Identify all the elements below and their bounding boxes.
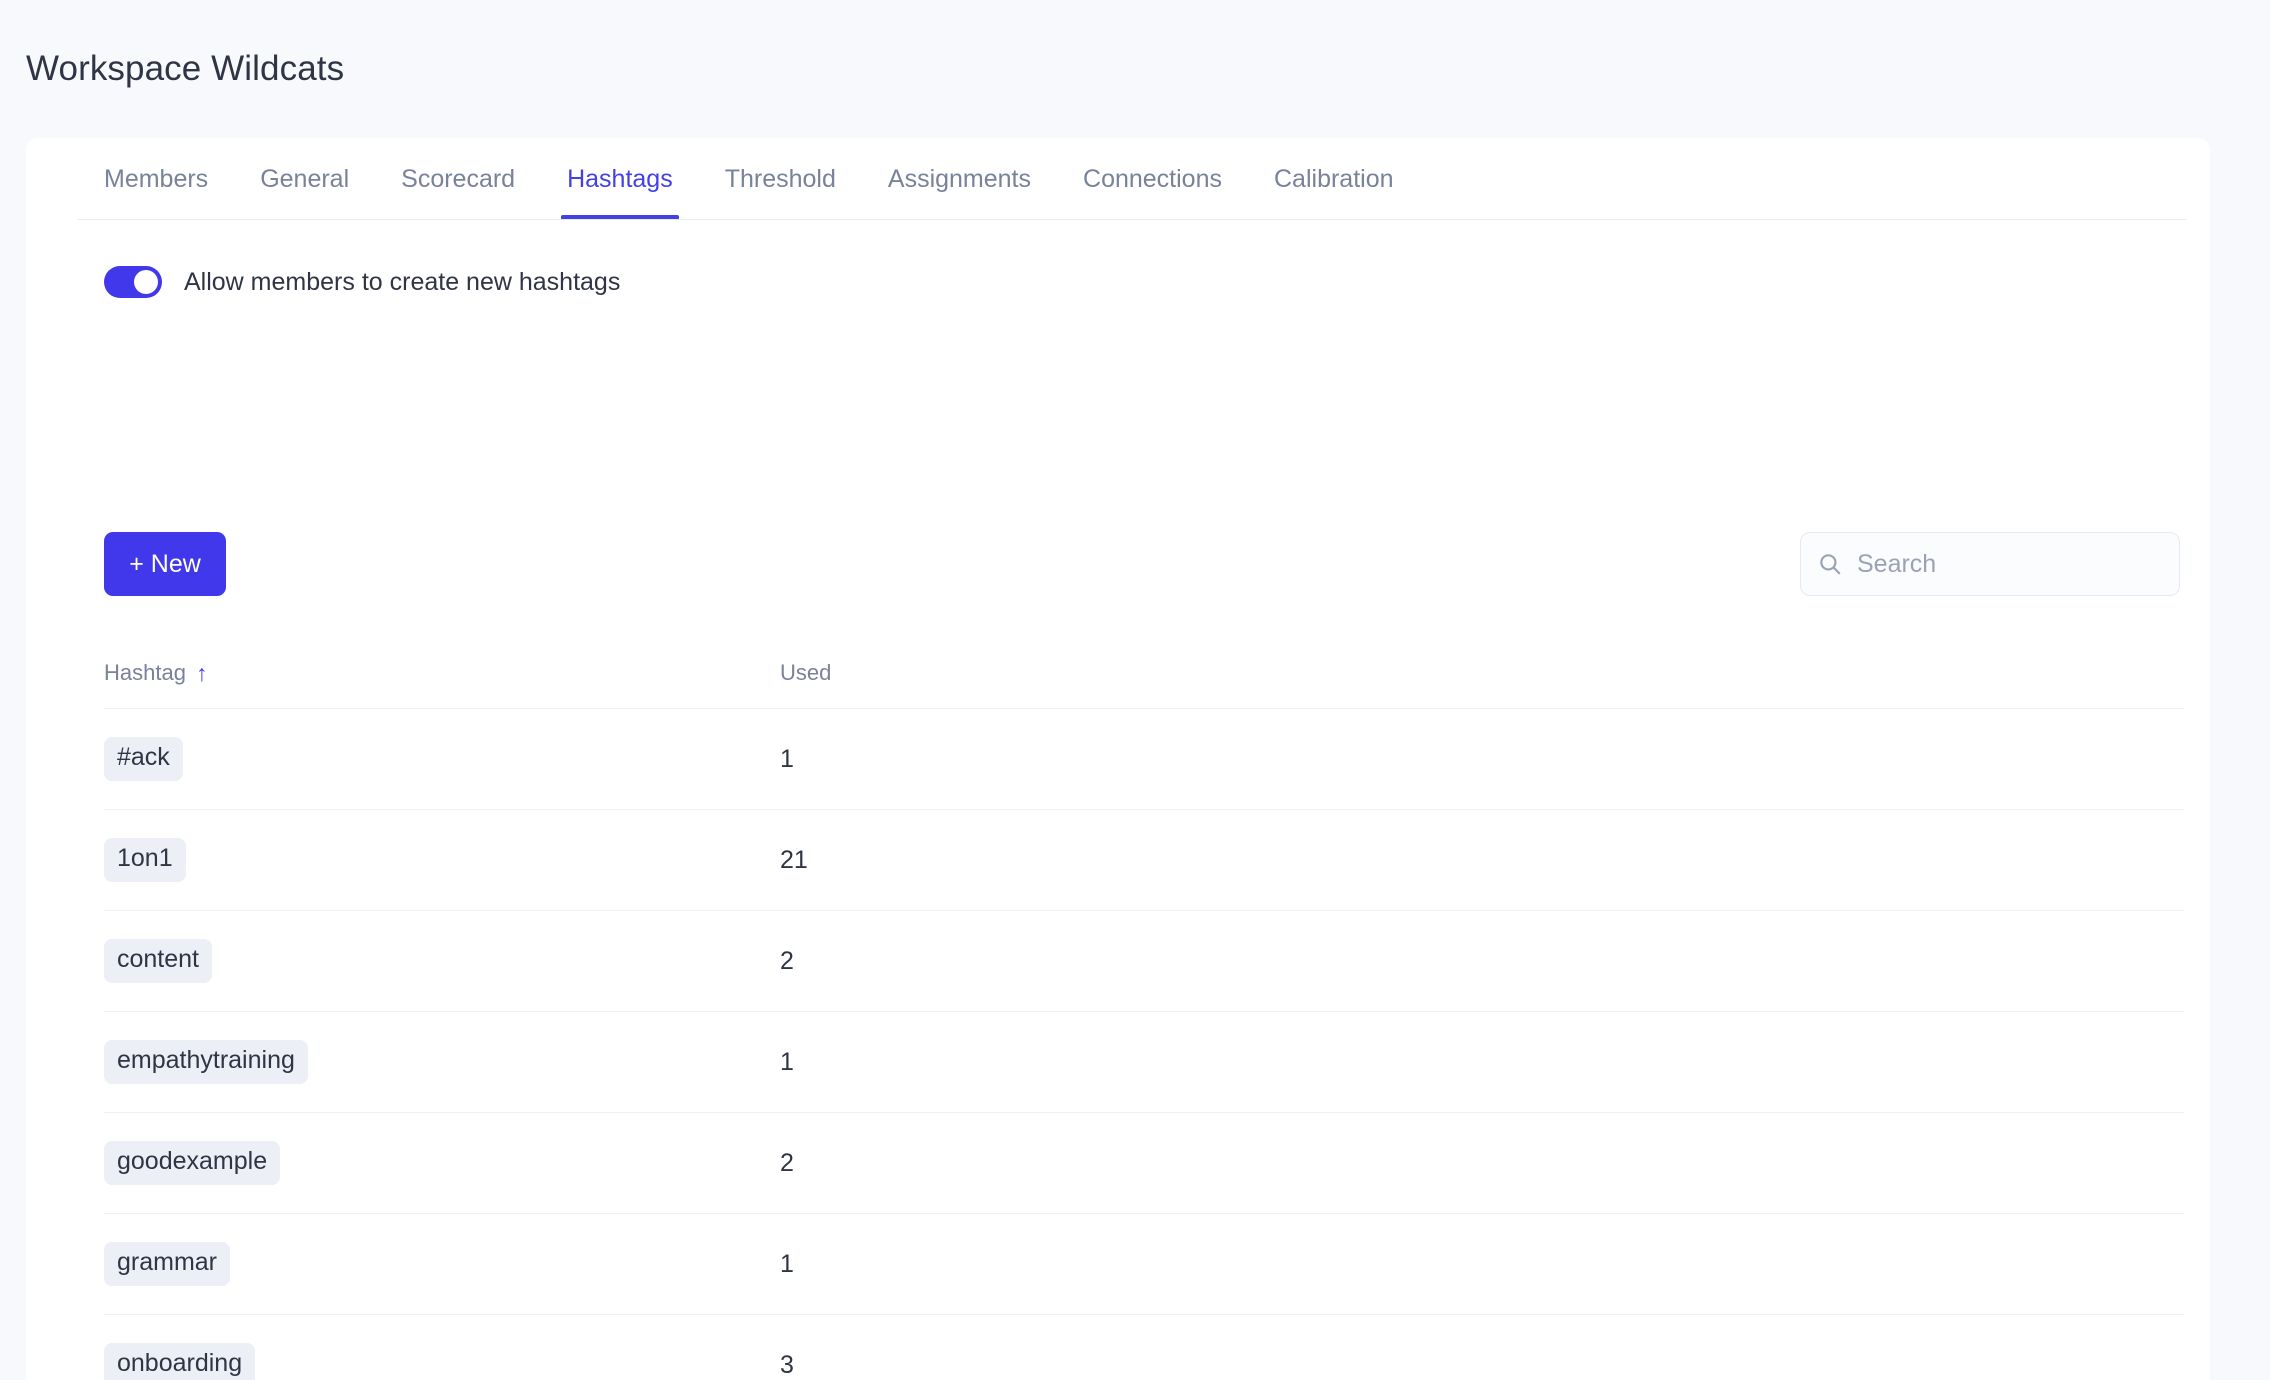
table-header-row: Hashtag ↑ Used bbox=[104, 638, 2184, 708]
cell-hashtag: onboarding bbox=[104, 1343, 780, 1380]
search-box[interactable] bbox=[1800, 532, 2180, 596]
cell-used: 3 bbox=[780, 1350, 794, 1379]
cell-used: 21 bbox=[780, 845, 808, 874]
cell-hashtag: #ack bbox=[104, 737, 780, 781]
hashtag-pill[interactable]: goodexample bbox=[104, 1141, 281, 1185]
tab-label: General bbox=[260, 164, 350, 193]
table-body: #ack 1 1on1 21 content 2 empathytraining 1 goode… bbox=[104, 708, 2184, 1380]
tab-label: Hashtags bbox=[567, 164, 673, 193]
cell-used: 2 bbox=[780, 1148, 794, 1177]
table-row[interactable]: #ack 1 bbox=[104, 708, 2184, 809]
hashtag-pill[interactable]: #ack bbox=[104, 737, 183, 781]
cell-hashtag: empathytraining bbox=[104, 1040, 780, 1084]
column-header-used[interactable]: Used bbox=[780, 660, 1180, 686]
tab-threshold[interactable]: Threshold bbox=[699, 138, 862, 220]
column-header-used-label: Used bbox=[780, 660, 832, 685]
settings-card: Members General Scorecard Hashtags Threshold… bbox=[26, 138, 2210, 1380]
tab-label: Calibration bbox=[1274, 164, 1394, 193]
search-icon bbox=[1820, 554, 1841, 575]
cell-used: 1 bbox=[780, 744, 794, 773]
hashtag-pill[interactable]: 1on1 bbox=[104, 838, 186, 882]
allow-new-hashtags-label: Allow members to create new hashtags bbox=[184, 267, 621, 296]
column-header-hashtag-label: Hashtag bbox=[104, 660, 186, 685]
hashtag-pill[interactable]: grammar bbox=[104, 1242, 231, 1286]
cell-hashtag: grammar bbox=[104, 1242, 780, 1286]
tab-connections[interactable]: Connections bbox=[1057, 138, 1248, 220]
tab-scorecard[interactable]: Scorecard bbox=[375, 138, 541, 220]
table-row[interactable]: onboarding 3 bbox=[104, 1314, 2184, 1380]
tab-label: Assignments bbox=[887, 164, 1032, 193]
cell-hashtag: 1on1 bbox=[104, 838, 780, 882]
hashtags-table: Hashtag ↑ Used #ack 1 1on1 21 content 2 empath… bbox=[104, 638, 2184, 1380]
cell-used: 1 bbox=[780, 1047, 794, 1076]
hashtag-pill[interactable]: empathytraining bbox=[104, 1040, 308, 1084]
table-row[interactable]: goodexample 2 bbox=[104, 1112, 2184, 1213]
hashtags-settings-page: Workspace Wildcats Members General Scoreca… bbox=[0, 0, 2270, 1380]
tab-calibration[interactable]: Calibration bbox=[1248, 138, 1420, 220]
toggle-knob bbox=[134, 270, 158, 294]
tab-assignments[interactable]: Assignments bbox=[862, 138, 1057, 220]
cell-used: 1 bbox=[780, 1249, 794, 1278]
tab-members[interactable]: Members bbox=[78, 138, 234, 220]
hashtag-pill[interactable]: content bbox=[104, 939, 213, 983]
tab-bar-divider bbox=[78, 219, 2186, 220]
sort-ascending-icon: ↑ bbox=[195, 659, 208, 686]
table-row[interactable]: content 2 bbox=[104, 910, 2184, 1011]
search-input[interactable] bbox=[1857, 549, 2163, 579]
cell-used: 2 bbox=[780, 946, 794, 975]
new-hashtag-button[interactable]: + New bbox=[104, 532, 226, 596]
table-row[interactable]: 1on1 21 bbox=[104, 809, 2184, 910]
tab-label: Scorecard bbox=[401, 164, 516, 193]
tab-label: Threshold bbox=[724, 164, 836, 193]
hashtag-pill[interactable]: onboarding bbox=[104, 1343, 256, 1380]
column-header-hashtag[interactable]: Hashtag ↑ bbox=[104, 660, 780, 686]
cell-hashtag: goodexample bbox=[104, 1141, 780, 1185]
cell-hashtag: content bbox=[104, 939, 780, 983]
tab-bar: Members General Scorecard Hashtags Threshold… bbox=[26, 138, 2210, 220]
page-header: Workspace Wildcats bbox=[0, 0, 2270, 138]
table-row[interactable]: empathytraining 1 bbox=[104, 1011, 2184, 1112]
allow-new-hashtags-toggle[interactable] bbox=[104, 266, 162, 298]
table-row[interactable]: grammar 1 bbox=[104, 1213, 2184, 1314]
tab-general[interactable]: General bbox=[234, 138, 375, 220]
tab-label: Members bbox=[104, 164, 209, 193]
allow-new-hashtags-row: Allow members to create new hashtags bbox=[104, 266, 620, 298]
tab-hashtags[interactable]: Hashtags bbox=[541, 138, 699, 220]
page-title: Workspace Wildcats bbox=[26, 49, 345, 88]
tab-label: Connections bbox=[1083, 164, 1222, 193]
